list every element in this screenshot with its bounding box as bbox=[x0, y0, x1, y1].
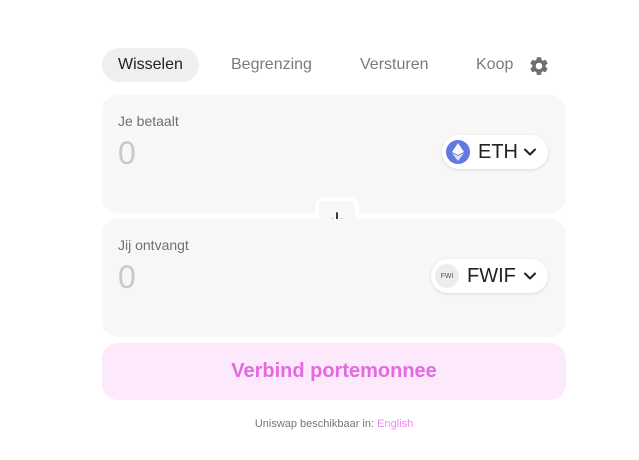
receive-amount-input[interactable] bbox=[118, 259, 378, 296]
connect-wallet-button[interactable]: Verbind portemonnee bbox=[102, 343, 566, 400]
footer-text: Uniswap beschikbaar in: bbox=[254, 418, 378, 430]
receive-panel: Jij ontvangt FWI FWIF bbox=[102, 219, 566, 337]
receive-token-selector[interactable]: FWI FWIF bbox=[431, 259, 548, 293]
chevron-down-icon bbox=[524, 148, 536, 156]
language-footer: Uniswap beschikbaar in: English bbox=[0, 418, 639, 430]
language-link[interactable]: English bbox=[377, 418, 413, 430]
pay-token-symbol: ETH bbox=[478, 140, 518, 163]
fwif-token-icon: FWI bbox=[435, 264, 459, 288]
receive-label: Jij ontvangt bbox=[118, 237, 189, 253]
ethereum-icon bbox=[446, 140, 470, 164]
chevron-down-icon bbox=[524, 272, 536, 280]
tab-versturen[interactable]: Versturen bbox=[360, 48, 428, 82]
swap-tabs: Wisselen Begrenzing Versturen Koop bbox=[102, 48, 554, 82]
tab-wisselen[interactable]: Wisselen bbox=[102, 48, 199, 82]
pay-panel: Je betaalt ETH bbox=[102, 95, 566, 213]
gear-icon[interactable] bbox=[528, 55, 550, 77]
pay-amount-input[interactable] bbox=[118, 135, 378, 172]
tab-begrenzing[interactable]: Begrenzing bbox=[231, 48, 312, 82]
tab-koop[interactable]: Koop bbox=[476, 48, 513, 82]
pay-label: Je betaalt bbox=[118, 113, 179, 129]
receive-token-symbol: FWIF bbox=[467, 264, 516, 287]
pay-token-selector[interactable]: ETH bbox=[442, 135, 548, 169]
